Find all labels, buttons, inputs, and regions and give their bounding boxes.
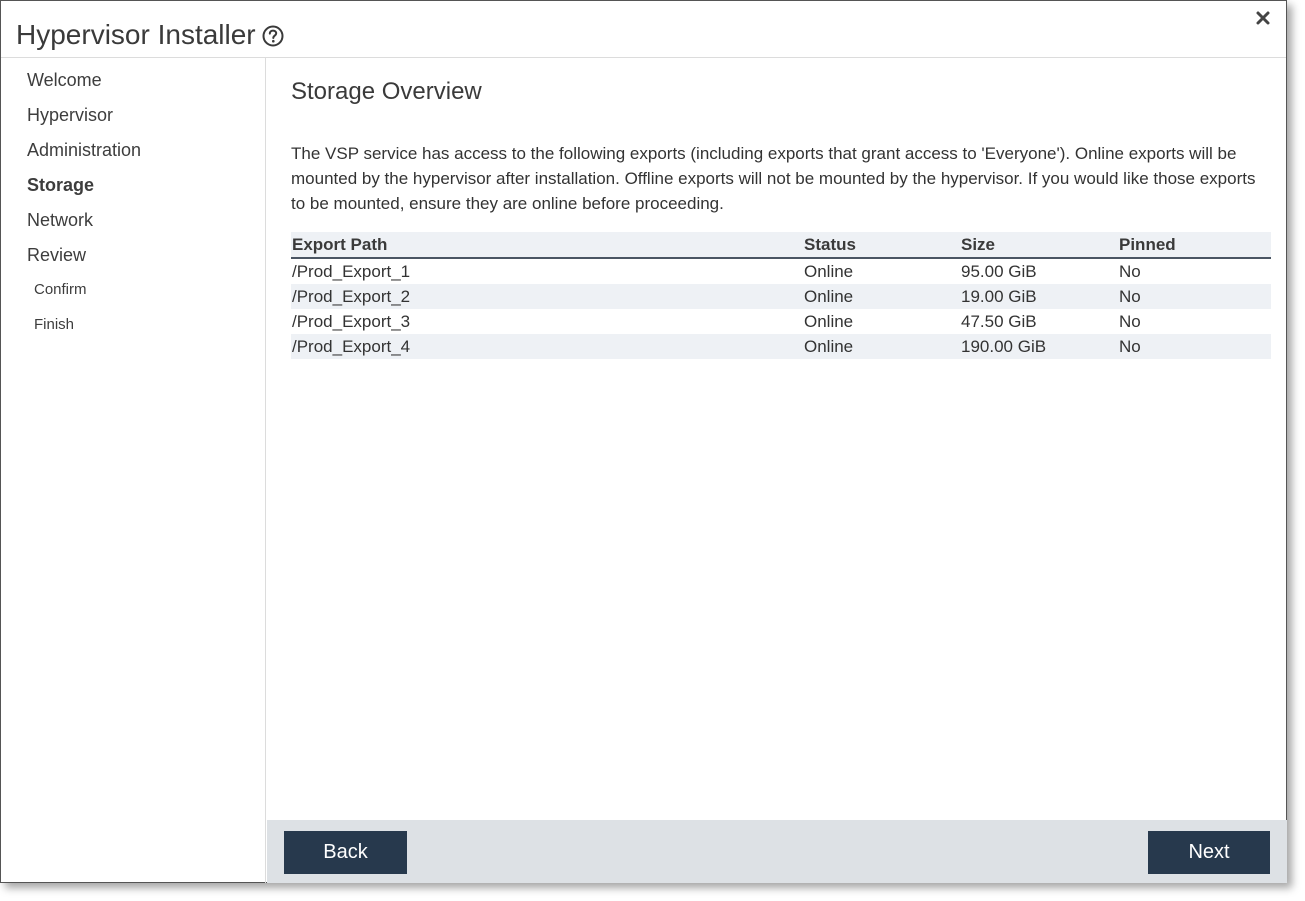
sidebar-item-welcome[interactable]: Welcome [27,70,102,91]
cell-status: Online [804,311,854,331]
page-title: Storage Overview [291,78,482,105]
main-content: Storage Overview The VSP service has acc… [267,58,1287,820]
cell-export-path: /Prod_Export_1 [292,261,411,281]
cell-status: Online [803,284,960,309]
cell-export-path: /Prod_Export_4 [291,334,803,359]
title-bar: Hypervisor Installer [1,1,1286,58]
question-circle-icon[interactable] [262,22,284,47]
exports-table: Export Path Status Size Pinned /Prod_Exp… [291,232,1271,359]
cell-pinned: No [1119,311,1141,331]
cell-status: Online [803,334,960,359]
wizard-step-sidebar: Welcome Hypervisor Administration Storag… [1,58,266,883]
window-title: Hypervisor Installer [16,19,256,50]
column-header-status[interactable]: Status [803,232,960,259]
cell-pinned: No [1118,334,1271,359]
cell-export-path: /Prod_Export_2 [291,284,803,309]
column-header-export-path[interactable]: Export Path [291,232,803,259]
next-button[interactable]: Next [1148,831,1270,874]
cell-status: Online [804,261,854,281]
column-header-pinned[interactable]: Pinned [1118,232,1271,259]
table-header-row: Export Path Status Size Pinned [291,232,1271,259]
table-row[interactable]: /Prod_Export_3 Online 47.50 GiB No [291,309,1271,334]
table-row[interactable]: /Prod_Export_2 Online 19.00 GiB No [291,284,1271,309]
back-button[interactable]: Back [284,831,407,874]
installer-window: Hypervisor Installer Welcome Hypervisor … [0,0,1287,883]
sidebar-subitem-finish[interactable]: Finish [34,316,74,333]
cell-pinned: No [1118,284,1271,309]
cell-size: 47.50 GiB [961,311,1037,331]
cell-export-path: /Prod_Export_3 [292,311,411,331]
sidebar-item-network[interactable]: Network [27,210,93,231]
storage-description: The VSP service has access to the follow… [291,144,1256,213]
table-row[interactable]: /Prod_Export_1 Online 95.00 GiB No [291,258,1271,284]
sidebar-subitem-confirm[interactable]: Confirm [34,281,87,298]
cell-size: 95.00 GiB [961,261,1037,281]
close-x-icon[interactable] [1254,9,1272,27]
wizard-footer: Back Next [267,820,1287,883]
sidebar-item-hypervisor[interactable]: Hypervisor [27,105,113,126]
table-row[interactable]: /Prod_Export_4 Online 190.00 GiB No [291,334,1271,359]
cell-pinned: No [1119,261,1141,281]
sidebar-item-administration[interactable]: Administration [27,140,141,161]
window-title-group: Hypervisor Installer [16,19,284,51]
sidebar-item-review[interactable]: Review [27,245,86,266]
column-header-size[interactable]: Size [960,232,1118,259]
sidebar-item-storage[interactable]: Storage [27,175,94,196]
cell-size: 190.00 GiB [960,334,1118,359]
cell-size: 19.00 GiB [960,284,1118,309]
